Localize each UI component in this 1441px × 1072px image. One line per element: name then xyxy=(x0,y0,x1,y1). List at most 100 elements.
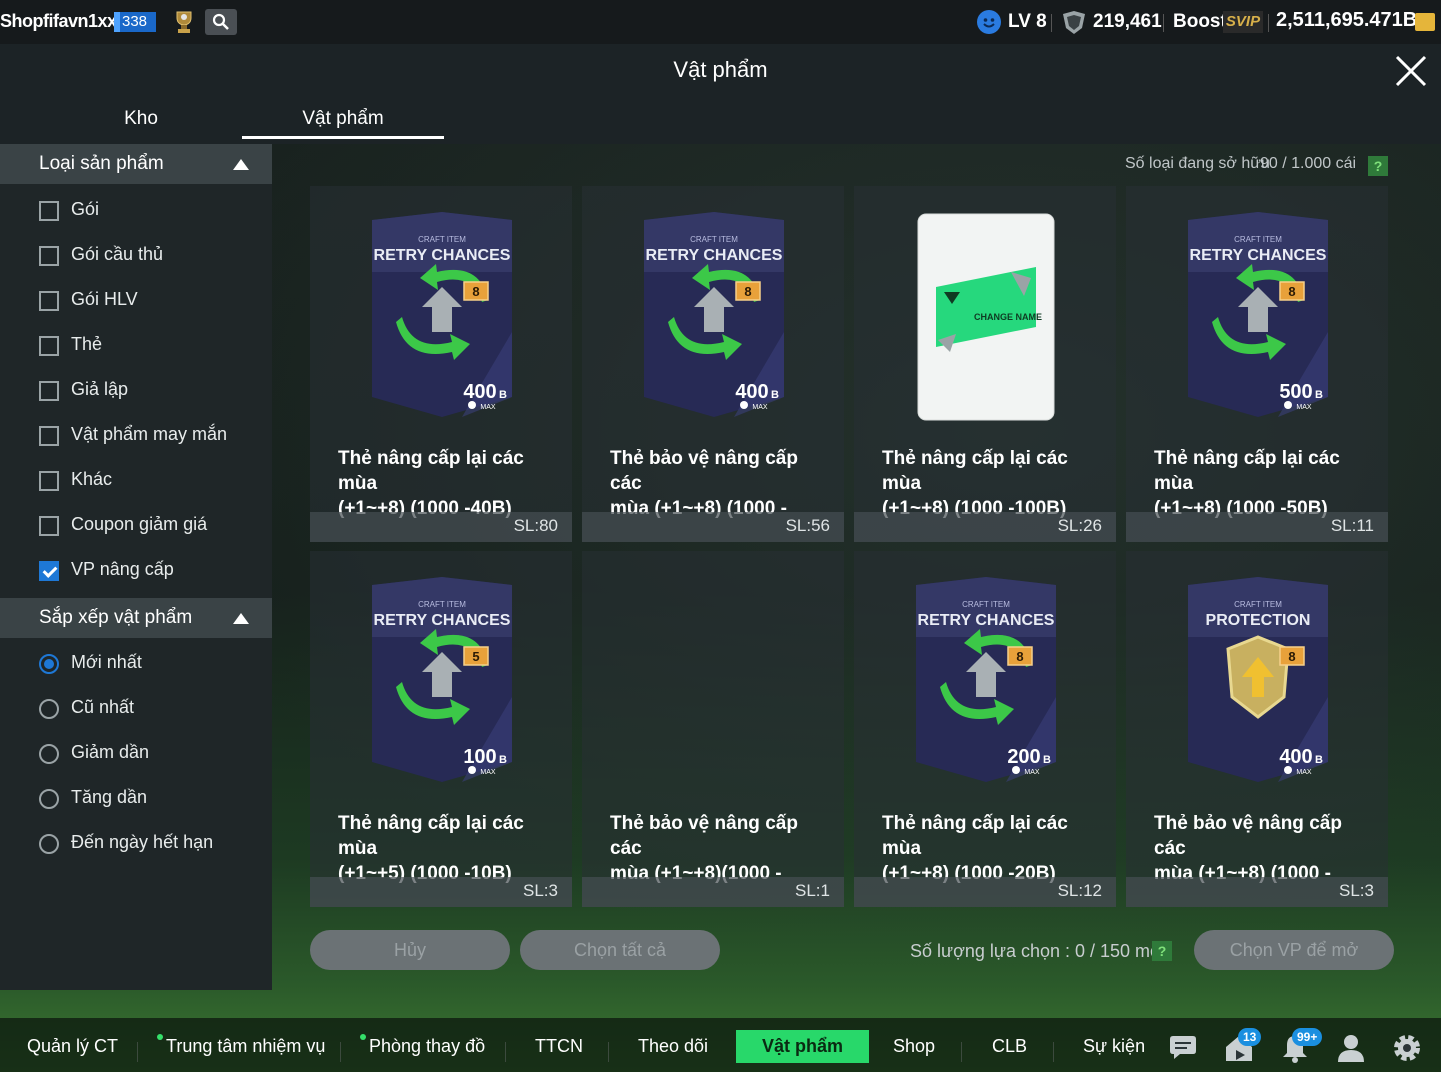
chat-icon[interactable] xyxy=(1167,1032,1199,1064)
filter-label: Vật phẩm may mắn xyxy=(71,424,228,444)
sort-label: Mới nhất xyxy=(71,652,142,672)
radio[interactable] xyxy=(39,789,59,809)
radio[interactable] xyxy=(39,744,59,764)
protection-card-image: CRAFT ITEM PROTECTION 8 400 BMAX xyxy=(1188,577,1328,782)
item-quantity: SL:11 xyxy=(1330,516,1374,535)
filter-label: Khác xyxy=(71,469,113,489)
item-name-line1: Thẻ nâng cấp lại các mùa xyxy=(882,813,1068,859)
gear-icon[interactable] xyxy=(1391,1032,1423,1064)
retry-chances-card-image: CRAFT ITEM RETRY CHANCES 8 500 BMAX xyxy=(1188,212,1328,417)
profile-icon[interactable] xyxy=(1335,1032,1367,1064)
filter-label: Gói cầu thủ xyxy=(71,244,164,264)
checkbox[interactable] xyxy=(39,516,59,536)
trophy-icon[interactable] xyxy=(172,9,196,35)
divider xyxy=(1268,14,1269,32)
retry-chances-card-image: CRAFT ITEM RETRY CHANCES 5 100 BMAX xyxy=(372,577,512,782)
item-card[interactable]: CRAFT ITEM PROTECTION 8 400 B MAX Thẻ bảo vệ n… xyxy=(1126,551,1388,907)
tab-vat-pham[interactable]: Vật phẩm xyxy=(242,108,444,130)
card-value: 100 xyxy=(463,746,496,768)
help-button[interactable]: ? xyxy=(1152,941,1172,961)
nav-shop[interactable]: Shop xyxy=(893,1036,935,1057)
nav-quan-ly-ct[interactable]: Quản lý CT xyxy=(27,1036,118,1057)
item-card[interactable]: CRAFT ITEM RETRY CHANCES 8 500 B MAX Thẻ nâng … xyxy=(1126,186,1388,542)
card-max: MAX xyxy=(1024,769,1040,776)
notification-dot xyxy=(157,1034,163,1040)
divider xyxy=(961,1042,962,1062)
help-button[interactable]: ? xyxy=(1368,156,1388,176)
item-name-line1: Thẻ bảo vệ nâng cấp các xyxy=(1154,813,1342,859)
item-name-line1: Thẻ nâng cấp lại các mùa xyxy=(882,448,1068,494)
item-card-footer: SL:12 xyxy=(854,877,1116,907)
collapse-icon xyxy=(233,159,249,170)
item-card-footer: SL:80 xyxy=(310,512,572,542)
item-card-footer: SL:26 xyxy=(854,512,1116,542)
checkbox[interactable] xyxy=(39,426,59,446)
tab-kho[interactable]: Kho xyxy=(40,108,242,130)
nav-ttcn[interactable]: TTCN xyxy=(535,1036,583,1057)
open-items-button[interactable]: Chọn VP để mở xyxy=(1194,930,1394,970)
sort-label: Đến ngày hết hạn xyxy=(71,832,214,852)
checkbox[interactable] xyxy=(39,291,59,311)
card-value: 400 xyxy=(463,381,496,403)
retry-chances-card-image: CRAFT ITEM RETRY CHANCES 8 200 BMAX xyxy=(916,577,1056,782)
item-quantity: SL:3 xyxy=(1339,881,1374,900)
item-card[interactable]: CRAFT ITEM RETRY CHANCES 8 200 B MAX Thẻ nâng … xyxy=(854,551,1116,907)
card-level: 8 xyxy=(1016,649,1023,664)
item-name-line1: Thẻ nâng cấp lại các mùa xyxy=(338,448,524,494)
radio[interactable] xyxy=(39,834,59,854)
nav-phong-thay-do[interactable]: Phòng thay đồ xyxy=(369,1036,485,1057)
card-title-text: RETRY CHANCES xyxy=(374,612,511,629)
close-icon[interactable] xyxy=(1392,52,1430,90)
card-value: 400 xyxy=(1279,746,1312,768)
nav-trung-tam-nhiem-vu[interactable]: Trung tâm nhiệm vụ xyxy=(166,1036,325,1057)
card-title-text: PROTECTION xyxy=(1206,612,1311,629)
card-craft-label: CRAFT ITEM xyxy=(418,600,466,609)
owned-label: Số loại đang sở hữu xyxy=(1125,155,1270,172)
radio[interactable] xyxy=(39,699,59,719)
item-card[interactable]: Thẻ bảo vệ nâng cấp các mùa (+1~+8)(1000 … xyxy=(582,551,844,907)
coin-icon xyxy=(1415,13,1435,31)
checkbox[interactable] xyxy=(39,246,59,266)
filter-section-header[interactable]: Loại sản phẩm xyxy=(0,144,272,184)
sort-label: Cũ nhất xyxy=(71,697,135,717)
card-craft-label: CRAFT ITEM xyxy=(1234,600,1282,609)
card-unit: B xyxy=(499,754,507,766)
item-card[interactable]: CRAFT ITEM RETRY CHANCES 5 100 B MAX Thẻ nâng … xyxy=(310,551,572,907)
nav-su-kien[interactable]: Sự kiện xyxy=(1083,1036,1145,1057)
nav-clb[interactable]: CLB xyxy=(992,1036,1027,1057)
shield-icon xyxy=(1063,11,1085,34)
item-card[interactable]: CHANGE NAME Thẻ nâng cấp lại các mùa (+1~+… xyxy=(854,186,1116,542)
search-icon xyxy=(212,13,229,30)
item-card[interactable]: CRAFT ITEM RETRY CHANCES 8 400 B MAX Thẻ nâng … xyxy=(310,186,572,542)
boost-label: Boost xyxy=(1173,11,1227,32)
item-card-footer: SL:1 xyxy=(582,877,844,907)
select-all-button[interactable]: Chọn tất cả xyxy=(520,930,720,970)
checkbox[interactable] xyxy=(39,381,59,401)
card-title-text: RETRY CHANCES xyxy=(374,247,511,264)
item-card[interactable]: CRAFT ITEM RETRY CHANCES 8 400 B MAX Thẻ bảo v… xyxy=(582,186,844,542)
search-button[interactable] xyxy=(205,9,237,35)
checkbox[interactable] xyxy=(39,471,59,491)
nav-vat-pham[interactable]: Vật phẩm xyxy=(736,1030,870,1063)
nav-theo-doi[interactable]: Theo dõi xyxy=(638,1036,708,1057)
item-card-footer: SL:11 xyxy=(1126,512,1388,542)
item-card-footer: SL:56 xyxy=(582,512,844,542)
checkbox[interactable] xyxy=(39,201,59,221)
item-name-line1: Thẻ nâng cấp lại các mùa xyxy=(1154,448,1340,494)
item-name-line1: Thẻ bảo vệ nâng cấp các xyxy=(610,813,798,859)
radio-selected[interactable] xyxy=(39,654,59,674)
sort-section-header[interactable]: Sắp xếp vật phẩm xyxy=(0,598,272,638)
card-level: 8 xyxy=(1288,284,1295,299)
card-max: MAX xyxy=(1296,404,1312,411)
card-unit: B xyxy=(771,389,779,401)
divider xyxy=(137,1042,138,1062)
card-value: 400 xyxy=(735,381,768,403)
checkbox[interactable] xyxy=(39,336,59,356)
cancel-button[interactable]: Hủy xyxy=(310,930,510,970)
card-craft-label: CRAFT ITEM xyxy=(962,600,1010,609)
checkbox-checked[interactable] xyxy=(39,561,59,581)
divider xyxy=(505,1042,506,1062)
top-bar: Shopfifavn1xx 338 LV 8 219,461 Boost SVI… xyxy=(0,0,1441,44)
card-unit: B xyxy=(1315,389,1323,401)
change-name-card-image: CHANGE NAME xyxy=(917,213,1055,421)
